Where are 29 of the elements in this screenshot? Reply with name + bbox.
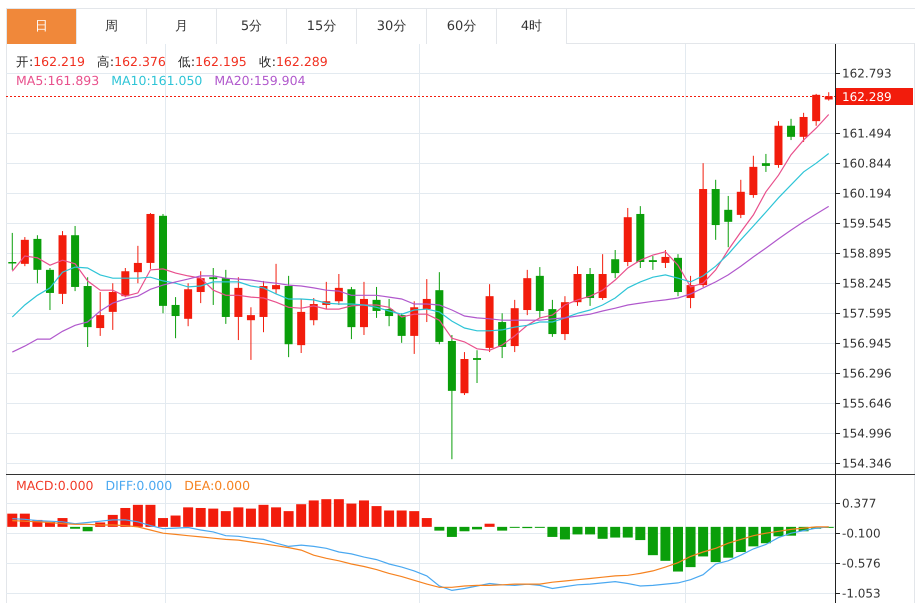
indicator-reading: 低:162.195 bbox=[178, 54, 247, 69]
axis-label: -1.053 bbox=[842, 586, 881, 601]
axis-label: 162.793 bbox=[842, 66, 892, 80]
axis-label: 161.494 bbox=[842, 126, 892, 140]
indicator-reading: MACD:0.000 bbox=[16, 478, 94, 493]
indicator-reading: MA20:159.904 bbox=[214, 73, 306, 88]
indicator-reading: MA10:161.050 bbox=[111, 73, 202, 88]
axis-label: 0.377 bbox=[842, 496, 876, 511]
indicator-reading: 高:162.376 bbox=[96, 54, 166, 69]
indicator-reading: 收:162.289 bbox=[258, 54, 328, 69]
axis-label: 155.646 bbox=[842, 396, 892, 411]
indicator-reading: MA5:161.893 bbox=[16, 73, 100, 88]
axis-label: -0.100 bbox=[842, 526, 881, 541]
axis-label: 156.945 bbox=[842, 336, 892, 351]
indicator-reading: DEA:0.000 bbox=[184, 478, 250, 493]
axis-label: -0.576 bbox=[842, 556, 881, 571]
axis-label: 159.545 bbox=[842, 216, 892, 230]
axis-label: 160.844 bbox=[842, 156, 892, 170]
axis-label: 160.194 bbox=[842, 186, 892, 200]
axis-label: 158.245 bbox=[842, 276, 892, 291]
axis-label: 158.895 bbox=[842, 246, 892, 260]
ref-line-label: 162.289 bbox=[842, 90, 892, 104]
axis-label: 157.595 bbox=[842, 306, 892, 321]
indicator-reading: 开:162.219 bbox=[16, 54, 85, 69]
axis-label: 154.996 bbox=[842, 426, 892, 441]
indicator-reading: DIFF:0.000 bbox=[105, 478, 172, 493]
price-tag: 162.289 bbox=[836, 88, 913, 105]
axis-label: 156.296 bbox=[842, 366, 892, 381]
axis-label: 154.346 bbox=[842, 456, 892, 471]
